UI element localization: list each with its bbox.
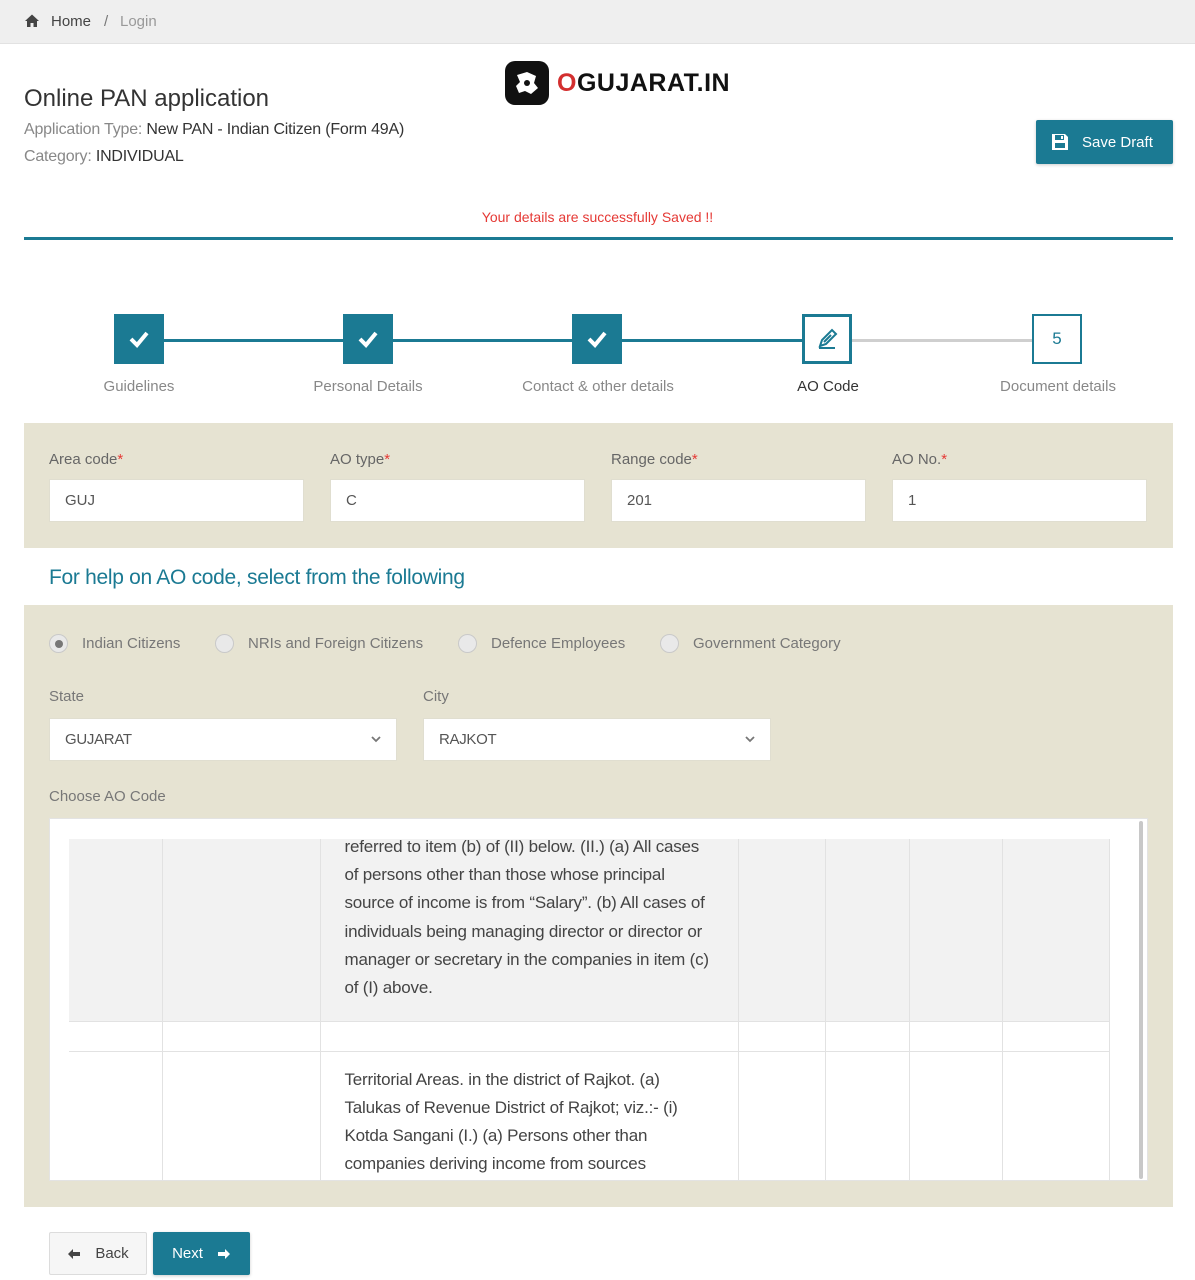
home-icon[interactable]	[24, 13, 40, 29]
step-connector	[164, 339, 344, 342]
ao-type-label: AO type*	[330, 451, 391, 468]
radio-label: Government Category	[693, 635, 841, 652]
back-button[interactable]: Back	[49, 1232, 147, 1275]
ao-code-grid: referred to item (b) of (II) below. (II.…	[69, 837, 1110, 1180]
radio-indian-citizens[interactable]: Indian Citizens	[49, 634, 180, 653]
next-button[interactable]: Next	[153, 1232, 250, 1275]
step-label-contact: Contact & other details	[522, 378, 674, 395]
city-select[interactable]: RAJKOT	[423, 718, 771, 761]
range-code-label: Range code*	[611, 451, 698, 468]
category-label: Category:	[24, 148, 96, 165]
next-label: Next	[172, 1245, 203, 1262]
help-title: For help on AO code, select from the fol…	[49, 566, 465, 589]
ao-code-table[interactable]: referred to item (b) of (II) below. (II.…	[49, 818, 1148, 1181]
pencil-icon	[818, 328, 838, 349]
step-contact-details[interactable]	[572, 314, 624, 366]
step-label-ao-code: AO Code	[797, 378, 859, 395]
check-icon	[358, 331, 378, 348]
choose-ao-code-label: Choose AO Code	[49, 788, 166, 805]
state-select-value: GUJARAT	[65, 731, 132, 748]
radio-button[interactable]	[215, 634, 234, 653]
step-personal-details[interactable]	[343, 314, 395, 366]
save-draft-label: Save Draft	[1082, 133, 1153, 151]
save-icon	[1052, 134, 1068, 150]
breadcrumb: Home / Login	[0, 0, 1195, 44]
step-connector	[852, 339, 1033, 342]
breadcrumb-home-link[interactable]: Home	[51, 13, 91, 30]
radio-nri-foreign[interactable]: NRIs and Foreign Citizens	[215, 634, 423, 653]
application-type-value: New PAN - Indian Citizen (Form 49A)	[146, 121, 405, 138]
range-code-input[interactable]: 201	[611, 479, 866, 522]
table-scrollbar[interactable]	[1139, 821, 1143, 1179]
header-divider	[24, 237, 1173, 240]
city-select-value: RAJKOT	[439, 731, 497, 748]
step-ao-code[interactable]	[802, 314, 854, 366]
step-label-personal: Personal Details	[313, 378, 423, 395]
ao-description: referred to item (b) of (II) below. (II.…	[344, 837, 710, 998]
step-document-details[interactable]: 5	[1032, 314, 1084, 366]
arrow-left-icon	[68, 1248, 81, 1259]
radio-button[interactable]	[660, 634, 679, 653]
radio-defence[interactable]: Defence Employees	[458, 634, 625, 653]
radio-button[interactable]	[458, 634, 477, 653]
radio-label: NRIs and Foreign Citizens	[248, 635, 424, 652]
page-title: Online PAN application	[24, 85, 270, 112]
ao-description: Territorial Areas. in the district of Ra…	[344, 1069, 678, 1174]
back-label: Back	[95, 1245, 129, 1262]
category: Category: INDIVIDUAL	[24, 148, 184, 166]
radio-button[interactable]	[49, 634, 68, 653]
check-icon	[129, 331, 149, 348]
radio-label: Indian Citizens	[82, 635, 181, 652]
step-label-documents: Document details	[1000, 378, 1116, 395]
arrow-right-icon	[217, 1248, 230, 1259]
application-type-label: Application Type:	[24, 121, 147, 138]
table-row[interactable]: referred to item (b) of (II) below. (II.…	[69, 837, 1110, 1021]
status-message: Your details are successfully Saved !!	[481, 209, 714, 225]
state-select[interactable]: GUJARAT	[49, 718, 397, 761]
ao-type-input[interactable]: C	[330, 479, 585, 522]
save-draft-button[interactable]: Save Draft	[1036, 120, 1173, 164]
logo-text: OGUJARAT.IN	[557, 69, 731, 97]
city-label: City	[423, 688, 449, 705]
table-row[interactable]: Territorial Areas. in the district of Ra…	[69, 1051, 1110, 1180]
step-number: 5	[1032, 314, 1082, 364]
step-connector	[393, 339, 573, 342]
chevron-down-icon	[371, 736, 381, 743]
table-row	[69, 1020, 1110, 1052]
ao-no-input[interactable]: 1	[892, 479, 1147, 522]
radio-government[interactable]: Government Category	[660, 634, 841, 653]
area-code-input[interactable]: GUJ	[49, 479, 304, 522]
check-icon	[587, 331, 607, 348]
step-label-guidelines: Guidelines	[103, 378, 175, 395]
radio-label: Defence Employees	[491, 635, 626, 652]
breadcrumb-separator: /	[104, 13, 109, 30]
area-code-label: Area code*	[49, 451, 124, 468]
step-connector	[622, 339, 803, 342]
state-label: State	[49, 688, 85, 705]
breadcrumb-current: Login	[120, 13, 157, 30]
application-type: Application Type: New PAN - Indian Citiz…	[24, 121, 404, 139]
chevron-down-icon	[745, 736, 755, 743]
step-guidelines[interactable]	[114, 314, 166, 366]
ao-no-label: AO No.*	[892, 451, 948, 468]
category-value: INDIVIDUAL	[95, 148, 184, 165]
logo-badge-icon	[505, 61, 549, 105]
